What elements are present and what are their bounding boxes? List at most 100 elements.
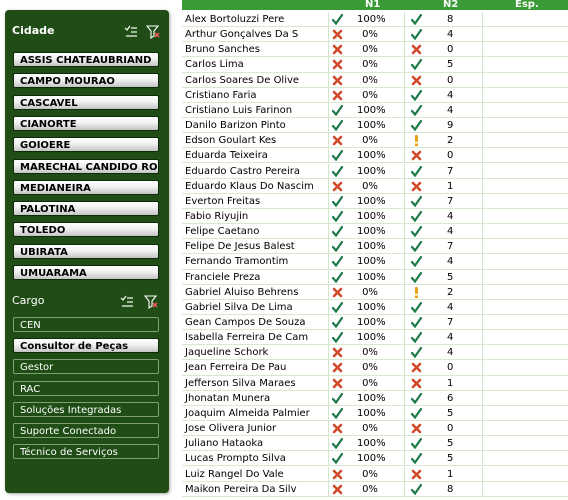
collaborator-name: Juliano Hataoka [185, 438, 264, 450]
n2-warning-icon [415, 286, 418, 298]
column-divider [482, 163, 483, 179]
n1-value: 0% [362, 59, 378, 71]
column-divider [482, 72, 483, 88]
column-divider [328, 284, 329, 300]
n2-check-icon [411, 195, 422, 207]
cidade-item[interactable]: CIANORTE [13, 115, 159, 131]
column-divider [482, 466, 483, 482]
column-divider [404, 360, 405, 376]
n1-check-icon [332, 14, 343, 25]
cargo-item[interactable]: Suporte Conectado [13, 423, 159, 438]
n2-value: 8 [447, 14, 454, 25]
n1-value: 0% [362, 347, 378, 359]
column-divider [482, 390, 483, 406]
n2-check-icon [411, 89, 422, 101]
cargo-item[interactable]: Técnico de Serviços [13, 444, 159, 460]
cidade-item[interactable]: CAMPO MOURAO [13, 73, 159, 89]
n2-check-icon [411, 165, 422, 177]
column-divider [482, 12, 483, 27]
n1-cross-icon [332, 484, 343, 494]
column-divider [404, 315, 405, 330]
column-divider [328, 27, 329, 43]
collaborator-name: Franciele Preza [185, 271, 261, 283]
cidade-item[interactable]: MEDIANEIRA [13, 179, 159, 195]
n2-value: 1 [447, 468, 454, 480]
column-divider [404, 436, 405, 452]
n2-value: 0 [447, 74, 454, 86]
n1-check-icon [332, 332, 343, 344]
table-row: Jhonatan Munera 100% 6 [182, 390, 568, 406]
table-row: Arthur Gonçalves Da S 0% 4 [182, 27, 568, 43]
table-row: Felipe De Jesus Balest 100% 7 [182, 239, 568, 255]
collaborator-name: Lucas Prompto Silva [185, 453, 286, 465]
column-divider [404, 208, 405, 224]
cidade-item[interactable]: TOLEDO [13, 222, 159, 238]
column-divider [482, 405, 483, 421]
column-divider [482, 481, 483, 497]
collaborator-name: Jhonatan Munera [185, 392, 271, 404]
n2-check-icon [411, 453, 422, 465]
collaborator-name: Gabriel Silva De Lima [185, 301, 293, 313]
column-divider [328, 421, 329, 437]
table-row: Alex Bortoluzzi Pere 100% 8 [182, 12, 568, 28]
cidade-item[interactable]: CASCAVEL [13, 94, 159, 110]
column-divider [482, 239, 483, 255]
n2-cross-icon [411, 469, 422, 479]
cidade-item[interactable]: ASSIS CHATEAUBRIAND [13, 52, 159, 67]
n1-value: 100% [357, 392, 386, 404]
table-row: Luiz Rangel Do Vale 0% 1 [182, 466, 568, 482]
cargo-item[interactable]: Gestor [13, 359, 159, 375]
collaborator-name: Cristiano Luis Farinon [185, 104, 293, 116]
cidade-item[interactable]: GOIOERE [13, 137, 159, 153]
collaborator-name: Jefferson Silva Maraes [185, 377, 296, 389]
collaborator-name: Gean Campos De Souza [185, 317, 306, 328]
collaborator-name: Alex Bortoluzzi Pere [185, 14, 285, 25]
column-divider [328, 481, 329, 497]
column-divider [404, 390, 405, 406]
column-divider [482, 42, 483, 58]
n2-value: 7 [447, 241, 454, 253]
table-row: Jefferson Silva Maraes 0% 1 [182, 375, 568, 391]
n1-cross-icon [332, 60, 343, 70]
table-header: N1 N2 Esp. [182, 0, 568, 10]
n2-value: 5 [447, 453, 454, 465]
clear-filter-icon[interactable] [146, 25, 160, 39]
column-divider [328, 133, 329, 149]
n2-check-icon [411, 483, 422, 495]
header-n1: N1 [365, 0, 381, 10]
n2-check-icon [411, 271, 422, 283]
table-row: Fabio Riyujin 100% 4 [182, 208, 568, 225]
table-row: Eduardo Klaus Do Nascim 0% 1 [182, 178, 568, 194]
cargo-item[interactable]: Soluções Integradas [13, 401, 159, 417]
n2-check-icon [411, 59, 422, 71]
column-divider [328, 87, 329, 103]
n2-check-icon [411, 14, 422, 25]
multi-select-icon[interactable] [120, 295, 134, 309]
table-row: Jose Olivera Junior 0% 0 [182, 421, 568, 437]
n1-check-icon [332, 407, 343, 419]
clear-filter-icon[interactable] [144, 295, 158, 309]
n1-check-icon [332, 226, 343, 238]
table-row: Eduardo Castro Pereira 100% 7 [182, 163, 568, 179]
n2-check-icon [411, 210, 422, 222]
n1-check-icon [332, 301, 343, 313]
n1-value: 100% [357, 150, 386, 162]
cidade-item[interactable]: PALOTINA [13, 201, 159, 217]
cidade-item[interactable]: MARECHAL CANDIDO RON... [13, 158, 159, 174]
cidade-item[interactable]: UBIRATA [13, 243, 159, 259]
n1-value: 0% [362, 483, 378, 495]
collaborator-name: Bruno Sanches [185, 44, 260, 56]
n1-value: 100% [357, 317, 386, 328]
table-row: Cristiano Luis Farinon 100% 4 [182, 102, 568, 119]
cidade-item[interactable]: UMUARAMA [13, 265, 159, 280]
cargo-item[interactable]: Consultor de Peças [13, 338, 159, 354]
column-divider [404, 330, 405, 346]
cargo-item[interactable]: CEN [13, 317, 159, 332]
multi-select-icon[interactable] [124, 25, 138, 39]
cargo-item[interactable]: RAC [13, 380, 159, 396]
column-divider [404, 148, 405, 164]
n1-cross-icon [332, 363, 343, 373]
collaborator-name: Joaquim Almeida Palmier [185, 407, 310, 419]
n1-cross-icon [332, 29, 343, 40]
column-divider [328, 12, 329, 27]
